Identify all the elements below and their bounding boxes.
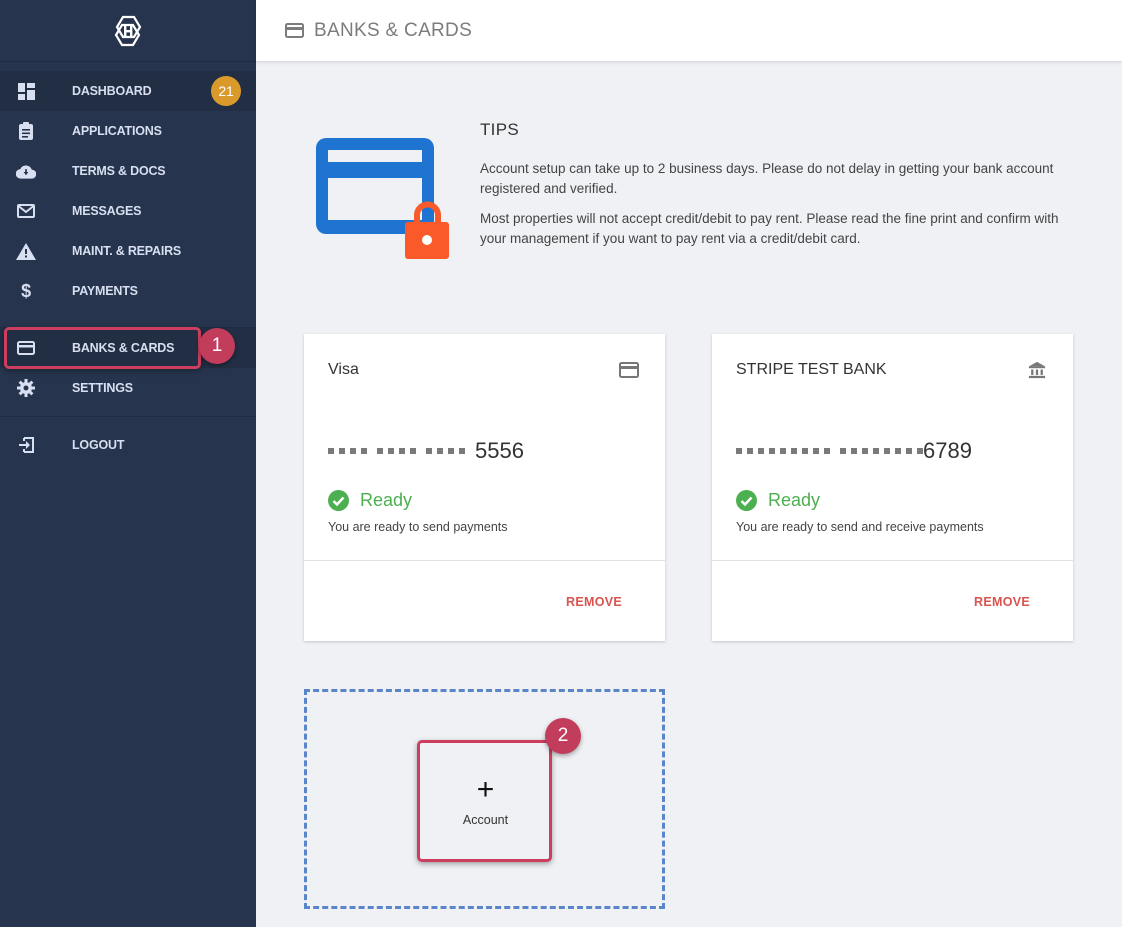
- mask-dot: [906, 448, 912, 454]
- mask-dots: [377, 448, 416, 454]
- credit-card-icon: [285, 23, 304, 38]
- masked-account-number: 6789: [736, 438, 972, 464]
- masked-account-number: 5556: [328, 438, 524, 464]
- mask-dot: [328, 448, 334, 454]
- status-description: You are ready to send payments: [328, 520, 508, 534]
- mask-dot: [873, 448, 879, 454]
- logo[interactable]: [0, 0, 256, 62]
- mask-dot: [758, 448, 764, 454]
- tips-paragraph: Most properties will not accept credit/d…: [480, 211, 1059, 246]
- mask-dot: [361, 448, 367, 454]
- sidebar-item-label: SETTINGS: [72, 381, 133, 395]
- mask-dot: [851, 448, 857, 454]
- sidebar-item-label: PAYMENTS: [72, 284, 138, 298]
- sidebar-item-label: MAINT. & REPAIRS: [72, 244, 182, 258]
- remove-button[interactable]: REMOVE: [566, 595, 622, 609]
- mask-dot: [377, 448, 383, 454]
- dollar-icon: $: [21, 280, 31, 301]
- annotation-highlight-1: [4, 327, 201, 369]
- mask-dot: [736, 448, 742, 454]
- mask-dot: [895, 448, 901, 454]
- card-lock-illustration: [316, 138, 449, 259]
- sidebar-item-payments[interactable]: $ PAYMENTS: [0, 271, 256, 311]
- mask-dot: [747, 448, 753, 454]
- mask-dot: [884, 448, 890, 454]
- mask-dot: [410, 448, 416, 454]
- mask-dot: [339, 448, 345, 454]
- clipboard-icon: [16, 122, 36, 140]
- mask-dot: [459, 448, 465, 454]
- logout-icon: [16, 436, 36, 454]
- mail-icon: [16, 202, 36, 220]
- sidebar-item-dashboard[interactable]: DASHBOARD 21: [0, 71, 256, 111]
- annotation-highlight-2: [417, 740, 552, 862]
- annotation-number-2: 2: [545, 718, 581, 754]
- page-title: BANKS & CARDS: [314, 19, 473, 41]
- mask-dot: [350, 448, 356, 454]
- sidebar-item-terms-docs[interactable]: TERMS & DOCS: [0, 151, 256, 191]
- mask-dot: [824, 448, 830, 454]
- sidebar-item-label: TERMS & DOCS: [72, 164, 166, 178]
- tips-paragraph: Account setup can take up to 2 business …: [480, 161, 1054, 196]
- check-circle-icon: [736, 490, 757, 511]
- mask-dots: [840, 448, 923, 454]
- sidebar-item-maint-repairs[interactable]: MAINT. & REPAIRS: [0, 231, 256, 271]
- dashboard-icon: [16, 82, 36, 100]
- sidebar: DASHBOARD 21 APPLICATIONS TERMS & DOCS M…: [0, 0, 256, 927]
- sidebar-item-messages[interactable]: MESSAGES: [0, 191, 256, 231]
- status-badge: Ready: [328, 490, 412, 511]
- sidebar-item-logout[interactable]: LOGOUT: [0, 425, 256, 465]
- mask-dots: [426, 448, 465, 454]
- mask-dot: [780, 448, 786, 454]
- bank-icon: [1028, 361, 1046, 379]
- annotation-number-1: 1: [199, 328, 235, 364]
- mask-dot: [840, 448, 846, 454]
- sidebar-item-label: DASHBOARD: [72, 84, 152, 98]
- divider: [304, 560, 665, 561]
- divider: [712, 560, 1073, 561]
- mask-dot: [802, 448, 808, 454]
- sidebar-item-label: MESSAGES: [72, 204, 142, 218]
- status-text: Ready: [768, 490, 821, 510]
- last-four-digits: 6789: [923, 438, 972, 463]
- divider: [0, 416, 256, 417]
- mask-dot: [399, 448, 405, 454]
- mask-dot: [388, 448, 394, 454]
- account-card-visa: Visa 5556 Ready You are ready to send pa…: [304, 334, 665, 641]
- mask-dots: [328, 448, 367, 454]
- last-four-digits: 5556: [475, 438, 524, 463]
- notification-badge: 21: [211, 76, 241, 106]
- mask-dot: [769, 448, 775, 454]
- account-card-bank: STRIPE TEST BANK 6789 Ready You are read…: [712, 334, 1073, 641]
- gear-icon: [16, 379, 36, 397]
- status-badge: Ready: [736, 490, 820, 511]
- mask-dot: [862, 448, 868, 454]
- hexagon-logo-icon: [114, 15, 142, 46]
- mask-dot: [426, 448, 432, 454]
- mask-dots: [736, 448, 830, 454]
- mask-dot: [813, 448, 819, 454]
- warning-icon: [16, 242, 36, 260]
- tips-title: TIPS: [480, 120, 519, 139]
- sidebar-item-applications[interactable]: APPLICATIONS: [0, 111, 256, 151]
- status-description: You are ready to send and receive paymen…: [736, 520, 984, 534]
- check-circle-icon: [328, 490, 349, 511]
- cloud-download-icon: [16, 162, 36, 180]
- remove-button[interactable]: REMOVE: [974, 595, 1030, 609]
- account-name: STRIPE TEST BANK: [736, 361, 887, 378]
- mask-dot: [448, 448, 454, 454]
- tips-section: TIPS Account setup can take up to 2 busi…: [480, 120, 1060, 259]
- account-name: Visa: [328, 361, 359, 378]
- page-header: BANKS & CARDS: [256, 0, 1122, 62]
- mask-dot: [791, 448, 797, 454]
- credit-card-icon: [619, 362, 639, 378]
- status-text: Ready: [360, 490, 413, 510]
- mask-dot: [437, 448, 443, 454]
- sidebar-item-settings[interactable]: SETTINGS: [0, 368, 256, 408]
- sidebar-item-label: LOGOUT: [72, 438, 125, 452]
- sidebar-item-label: APPLICATIONS: [72, 124, 162, 138]
